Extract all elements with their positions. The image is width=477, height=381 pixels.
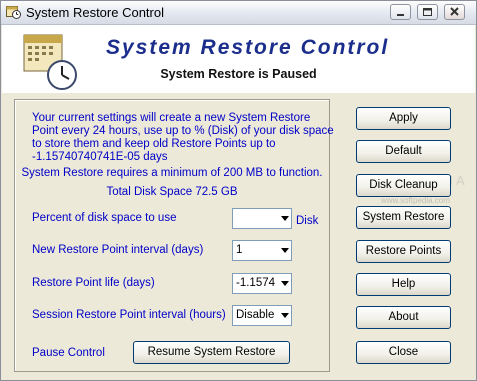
settings-summary: Your current settings will create a new …: [32, 112, 337, 164]
interval-select[interactable]: 1: [232, 240, 292, 261]
calendar-clock-icon: [23, 34, 77, 90]
maximize-button[interactable]: [417, 4, 438, 20]
restore-points-button[interactable]: Restore Points: [356, 240, 451, 263]
session-select[interactable]: Disable: [232, 305, 292, 326]
app-icon: [6, 6, 21, 19]
close-button[interactable]: Close: [356, 341, 451, 364]
life-label: Restore Point life (days): [32, 277, 155, 289]
min-requirement-text: System Restore requires a minimum of 200…: [21, 167, 323, 179]
session-value: Disable: [236, 309, 275, 321]
disk-percent-label: Percent of disk space to use: [32, 212, 177, 224]
resume-system-restore-button[interactable]: Resume System Restore: [133, 341, 290, 364]
minimize-button[interactable]: [390, 4, 411, 20]
total-disk-space: Total Disk Space 72.5 GB: [106, 186, 238, 198]
close-icon: [450, 7, 459, 16]
session-label: Session Restore Point interval (hours): [32, 309, 226, 321]
help-button[interactable]: Help: [356, 273, 451, 296]
pause-control-label: Pause Control: [32, 347, 105, 359]
disk-suffix-label: Disk: [296, 215, 319, 227]
chevron-down-icon: [281, 313, 289, 318]
default-button[interactable]: Default: [356, 140, 451, 163]
watermark-url: www.softpedia.com: [381, 196, 450, 205]
close-window-button[interactable]: [444, 4, 465, 20]
window-title: System Restore Control: [26, 5, 164, 20]
system-restore-button[interactable]: System Restore: [356, 206, 451, 229]
disk-percent-select[interactable]: [232, 208, 292, 229]
disk-cleanup-button[interactable]: Disk Cleanup: [356, 174, 451, 197]
life-select[interactable]: -1.1574: [232, 273, 292, 294]
interval-value: 1: [236, 244, 243, 256]
chevron-down-icon: [281, 216, 289, 221]
main-window: System Restore Control System Restore Co…: [0, 0, 477, 381]
header-banner: System Restore Control System Restore is…: [2, 25, 475, 93]
apply-button[interactable]: Apply: [356, 107, 451, 130]
maximize-icon: [423, 8, 432, 16]
chevron-down-icon: [281, 281, 289, 286]
chevron-down-icon: [281, 248, 289, 253]
interval-label: New Restore Point interval (days): [32, 244, 204, 256]
title-bar[interactable]: System Restore Control: [1, 1, 476, 25]
about-button[interactable]: About: [356, 306, 451, 329]
settings-summary-text: Your current settings will create a new …: [32, 112, 334, 163]
brand-title: System Restore Control: [106, 36, 390, 59]
minimize-icon: [397, 14, 404, 16]
restore-status: System Restore is Paused: [160, 67, 317, 81]
life-value: -1.1574: [236, 277, 276, 289]
